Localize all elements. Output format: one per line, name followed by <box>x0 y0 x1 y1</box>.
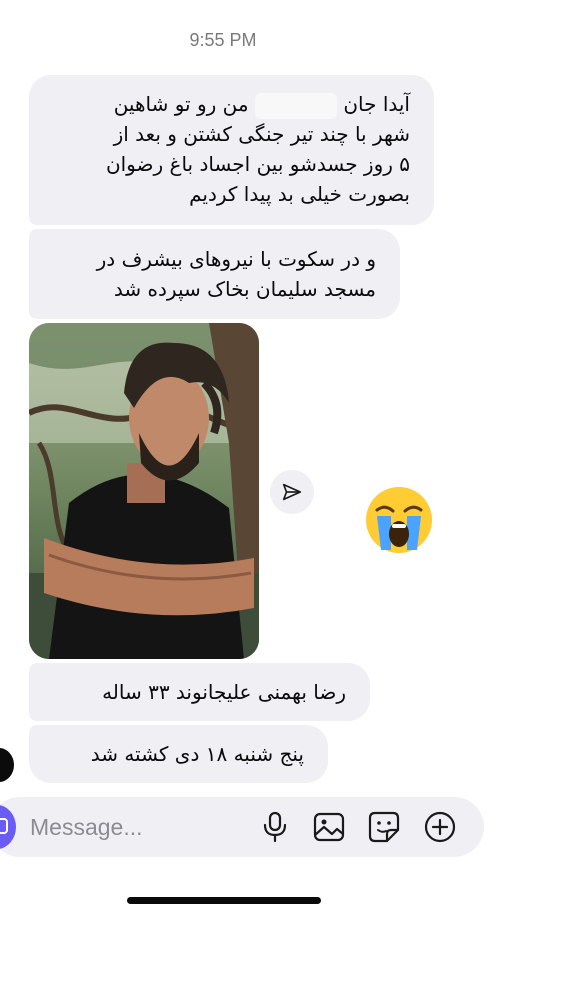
message-line: شهر با چند تیر جنگی کشتن و بعد از <box>113 122 410 146</box>
photo-image <box>29 323 259 659</box>
message-line: و در سکوت با نیروهای بیشرف در <box>96 247 376 271</box>
redacted-name <box>254 92 337 119</box>
message-bubble[interactable]: آیدا جان من رو تو شاهین شهر با چند تیر ج… <box>29 75 434 225</box>
message-line: رضا بهمنی علیجانوند ۳۳ ساله <box>102 680 346 704</box>
message-input[interactable] <box>30 808 230 846</box>
microphone-icon[interactable] <box>258 810 292 844</box>
home-indicator[interactable] <box>127 897 321 904</box>
shared-photo[interactable] <box>29 323 259 659</box>
message-bubble[interactable]: رضا بهمنی علیجانوند ۳۳ ساله <box>29 663 370 721</box>
plus-circle-icon[interactable] <box>423 810 457 844</box>
send-icon <box>282 483 302 501</box>
message-bubble[interactable]: و در سکوت با نیروهای بیشرف در مسجد سلیما… <box>29 229 400 319</box>
message-line: ۵ روز جسدشو بین اجساد باغ رضوان <box>105 152 410 176</box>
message-line: پنج شنبه ۱۸ دی کشته شد <box>90 742 304 766</box>
sticker-icon[interactable] <box>367 810 401 844</box>
sender-avatar[interactable] <box>0 748 14 782</box>
message-line: مسجد سلیمان بخاک سپرده شد <box>113 277 376 301</box>
message-line: آیدا جان من رو تو شاهین <box>53 89 410 119</box>
message-timestamp: 9:55 PM <box>189 30 257 50</box>
share-button[interactable] <box>270 470 314 514</box>
image-icon[interactable] <box>312 810 346 844</box>
crying-face-emoji[interactable] <box>363 484 435 556</box>
message-line: بصورت خیلی بد پیدا کردیم <box>189 182 410 206</box>
message-bubble[interactable]: پنج شنبه ۱۸ دی کشته شد <box>29 725 328 783</box>
